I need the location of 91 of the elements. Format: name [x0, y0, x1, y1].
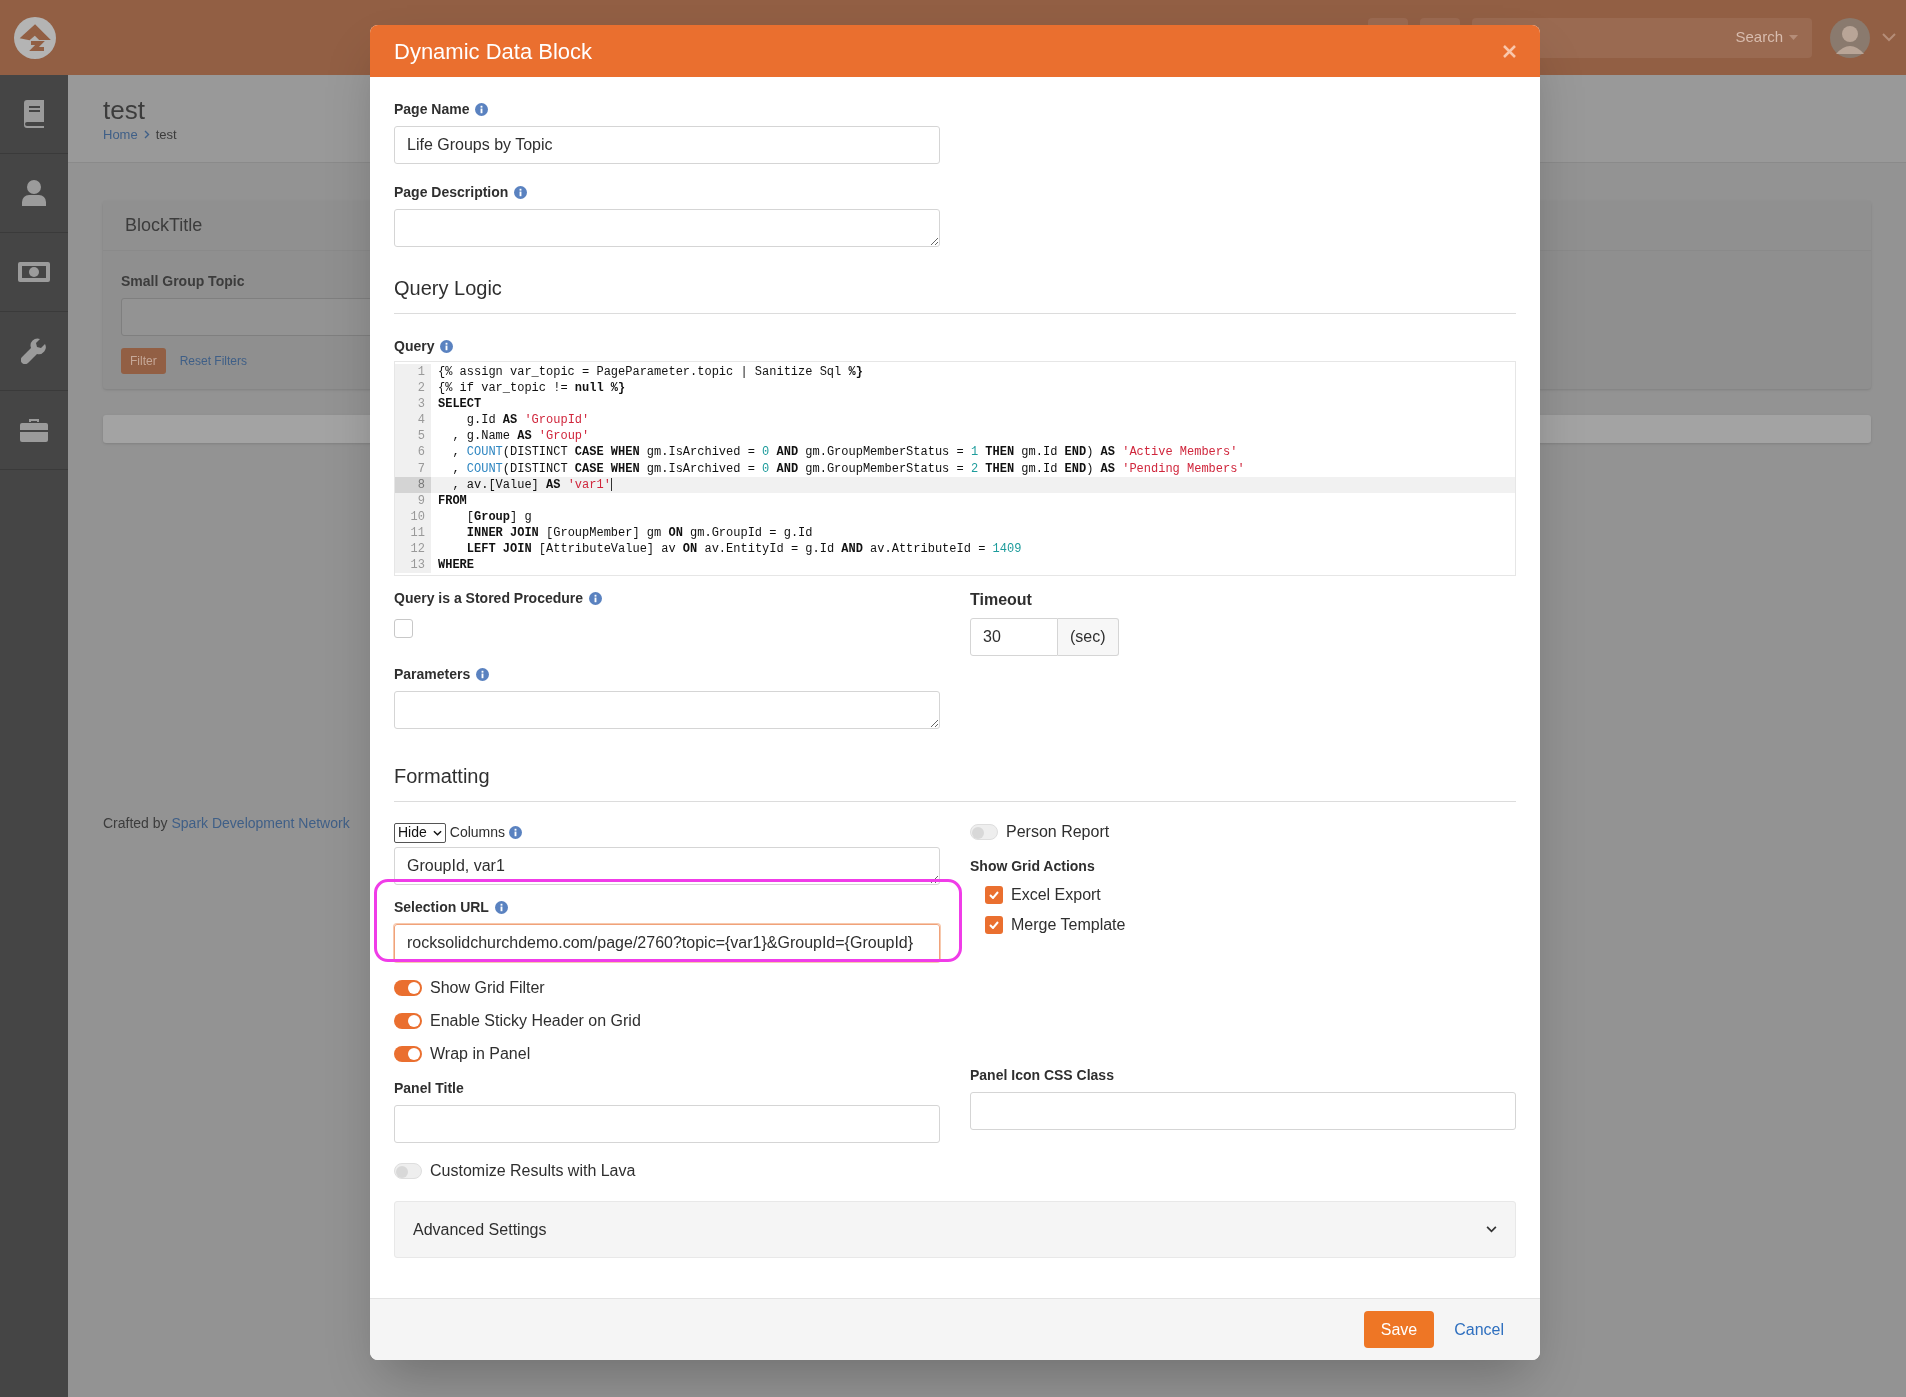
- section-heading: Query Logic: [394, 276, 503, 301]
- chevron-right-icon: [143, 130, 150, 140]
- line-number: 3: [395, 396, 431, 413]
- info-icon[interactable]: [476, 668, 490, 682]
- field-label: Page Description: [394, 183, 509, 202]
- code-line[interactable]: {% assign var_topic = PageParameter.topic | Sanitize Sql %}: [431, 364, 863, 381]
- info-icon[interactable]: [589, 592, 603, 606]
- info-icon[interactable]: [475, 103, 489, 116]
- code-line[interactable]: {% if var_topic != null %}: [431, 380, 626, 397]
- section-heading: Formatting: [394, 764, 491, 790]
- panel-label: Advanced Settings: [413, 1219, 547, 1240]
- field-label: Query is a Stored Procedure: [394, 589, 584, 609]
- code-editor[interactable]: [394, 361, 1516, 577]
- person-icon[interactable]: [22, 180, 46, 206]
- code-line[interactable]: , g.Name AS 'Group': [431, 428, 590, 445]
- logo-icon[interactable]: [14, 16, 56, 59]
- selection-url-input[interactable]: rocksolidchurchdemo.com/page/2760?topic={var1}&GroupId={GroupId}: [394, 924, 940, 963]
- code-line[interactable]: FROM: [431, 492, 467, 509]
- code-line[interactable]: , COUNT(DISTINCT CASE WHEN gm.IsArchived = 0 AND gm.GroupMemberStatus = 2 THEN gm.Id END) AS 'Pending Members': [431, 460, 1245, 477]
- field-label: Timeout: [970, 590, 1032, 611]
- toggle-switch[interactable]: [394, 1046, 422, 1063]
- parameters-input[interactable]: [394, 691, 940, 730]
- columns-input[interactable]: GroupId, var1: [394, 847, 940, 886]
- close-icon[interactable]: [1503, 44, 1516, 58]
- line-number: 13: [395, 557, 431, 574]
- toggle-switch[interactable]: [970, 824, 998, 841]
- toggle-label: Show Grid Filter: [430, 978, 545, 999]
- wrench-icon[interactable]: [21, 338, 47, 364]
- field-label: Query: [394, 337, 435, 356]
- caret-icon: [1789, 35, 1798, 40]
- toggle-switch[interactable]: [394, 1163, 422, 1180]
- checkbox[interactable]: [394, 619, 413, 639]
- field-label: Show Grid Actions: [970, 857, 1095, 877]
- book-icon[interactable]: [22, 100, 46, 128]
- checkbox-label: Merge Template: [1011, 915, 1126, 936]
- checkbox[interactable]: [985, 916, 1003, 935]
- info-icon[interactable]: [440, 340, 454, 353]
- money-icon[interactable]: [18, 262, 50, 282]
- chevron-down-icon[interactable]: [1486, 1226, 1497, 1234]
- line-number: 12: [395, 541, 431, 558]
- field-label: Selection URL: [394, 898, 489, 918]
- timeout-input[interactable]: 30: [970, 618, 1058, 657]
- line-number: 1: [395, 364, 431, 381]
- info-icon[interactable]: [509, 826, 523, 840]
- field-label: Columns: [449, 823, 506, 843]
- briefcase-icon[interactable]: [20, 418, 48, 442]
- modal-title: Dynamic Data Block: [394, 37, 593, 66]
- field-label: Parameters: [394, 665, 471, 685]
- code-line[interactable]: [Group] g: [431, 508, 532, 525]
- cancel-button[interactable]: Cancel: [1442, 1311, 1516, 1348]
- code-line[interactable]: WHERE: [431, 557, 474, 574]
- toggle-switch[interactable]: [394, 980, 422, 997]
- breadcrumb-current: test: [155, 126, 177, 144]
- field-label: Panel Title: [394, 1079, 464, 1099]
- panel-title-input[interactable]: [394, 1105, 940, 1144]
- line-number: 2: [395, 380, 431, 397]
- field-label: Panel Icon CSS Class: [970, 1066, 1114, 1086]
- checkbox[interactable]: [985, 886, 1003, 905]
- toggle-switch[interactable]: [394, 1013, 422, 1030]
- page-title: test: [103, 95, 145, 125]
- toggle-label: Wrap in Panel: [430, 1044, 531, 1065]
- avatar[interactable]: [1830, 17, 1870, 58]
- check-icon: [989, 921, 999, 930]
- search-label: Search: [1735, 27, 1783, 48]
- chevron-down-icon: [432, 829, 442, 836]
- code-line[interactable]: g.Id AS 'GroupId': [431, 412, 590, 429]
- field-label: Small Group Topic: [121, 272, 245, 291]
- check-icon: [989, 891, 999, 900]
- code-line[interactable]: SELECT: [431, 396, 482, 413]
- advanced-settings-panel[interactable]: Advanced Settings: [394, 1201, 1516, 1259]
- unit-addon: (sec): [1058, 618, 1119, 657]
- line-number: 6: [395, 444, 431, 461]
- page-description-input[interactable]: [394, 209, 940, 247]
- field-label: Page Name: [394, 100, 470, 119]
- line-number: 4: [395, 412, 431, 429]
- line-number: 5: [395, 428, 431, 445]
- toggle-label: Enable Sticky Header on Grid: [430, 1011, 641, 1032]
- page-name-input[interactable]: Life Groups by Topic: [394, 126, 940, 164]
- checkbox-label: Excel Export: [1011, 885, 1101, 906]
- toggle-label: Customize Results with Lava: [430, 1161, 636, 1182]
- column-mode-select[interactable]: Hide: [394, 822, 446, 843]
- panel-icon-input[interactable]: [970, 1092, 1516, 1131]
- info-icon[interactable]: [514, 186, 528, 199]
- code-line[interactable]: LEFT JOIN [AttributeValue] av ON av.EntityId = g.Id AND av.AttributeId = 1409: [431, 541, 1022, 558]
- info-icon[interactable]: [494, 901, 508, 915]
- code-line[interactable]: , av.[Value] AS 'var1': [431, 476, 612, 493]
- code-line[interactable]: , COUNT(DISTINCT CASE WHEN gm.IsArchived = 0 AND gm.GroupMemberStatus = 1 THEN gm.Id END) AS 'Active Members': [431, 444, 1238, 461]
- code-line[interactable]: INNER JOIN [GroupMember] gm ON gm.GroupId = g.Id: [431, 524, 813, 542]
- footer-text: Crafted by Spark Development Network: [103, 815, 350, 831]
- block-title: BlockTitle: [125, 214, 203, 237]
- toggle-label: Person Report: [1006, 822, 1110, 843]
